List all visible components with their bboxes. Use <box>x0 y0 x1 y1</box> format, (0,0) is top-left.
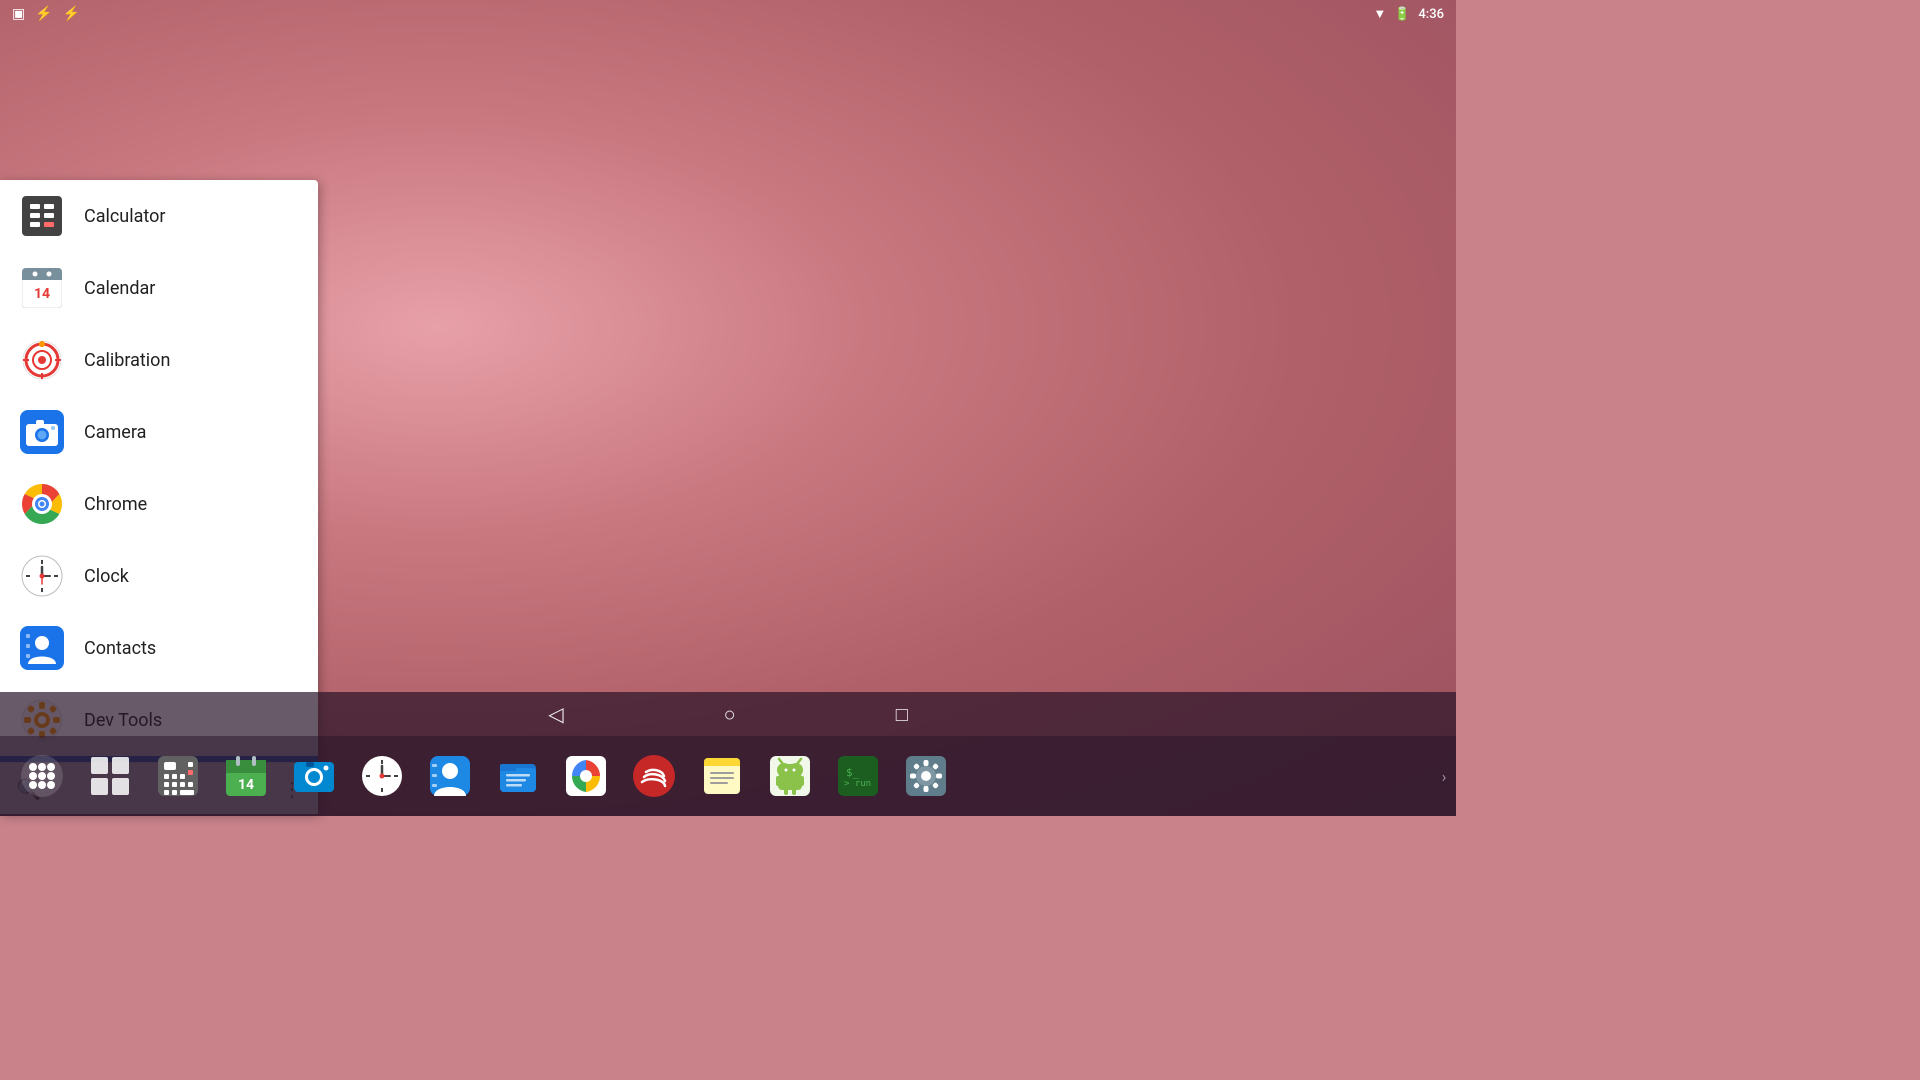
app-item-calculator[interactable]: Calculator <box>0 180 318 252</box>
calibration-icon <box>20 338 64 382</box>
svg-text:$_: $_ <box>846 766 860 779</box>
calendar-icon: 14 <box>20 266 64 310</box>
taskbar-files[interactable] <box>486 744 550 808</box>
svg-text:14: 14 <box>34 286 50 302</box>
app-list: Calculator 14 Calendar <box>0 180 318 756</box>
wifi-icon: ▼ <box>1373 6 1386 22</box>
recents-button[interactable]: □ <box>896 702 908 727</box>
contacts-label: Contacts <box>84 638 156 659</box>
clock-label: Clock <box>84 566 129 587</box>
chrome-icon <box>20 482 64 526</box>
taskbar-expand-arrow[interactable]: › <box>1432 736 1456 816</box>
taskbar-allapps[interactable] <box>10 744 74 808</box>
app-item-chrome[interactable]: Chrome <box>0 468 318 540</box>
taskbar-settings[interactable] <box>894 744 958 808</box>
taskbar-calculator[interactable] <box>146 744 210 808</box>
taskbar-notepad[interactable] <box>690 744 754 808</box>
calculator-label: Calculator <box>84 206 165 227</box>
back-button[interactable]: ◁ <box>548 702 563 726</box>
app-item-calibration[interactable]: Calibration <box>0 324 318 396</box>
screen-icon: ▣ <box>12 6 25 22</box>
calibration-label: Calibration <box>84 350 170 371</box>
nav-bar: ◁ ○ □ <box>0 692 1456 736</box>
taskbar-photos[interactable] <box>554 744 618 808</box>
taskbar-dashboard[interactable] <box>78 744 142 808</box>
status-bar-right: ▼ 🔋 4:36 <box>1373 6 1444 22</box>
chrome-label: Chrome <box>84 494 147 515</box>
status-bar-left: ▣ ⚡ ⚡ <box>12 6 80 22</box>
taskbar-android[interactable] <box>758 744 822 808</box>
usb2-icon: ⚡ <box>63 6 80 22</box>
svg-text:> run: > run <box>844 779 871 789</box>
app-item-contacts[interactable]: Contacts <box>0 612 318 684</box>
calendar-label: Calendar <box>84 278 155 299</box>
app-item-calendar[interactable]: 14 Calendar <box>0 252 318 324</box>
svg-text:14: 14 <box>238 777 254 793</box>
taskbar: 14 <box>0 736 1456 816</box>
camera-label: Camera <box>84 422 146 443</box>
status-bar: ▣ ⚡ ⚡ ▼ 🔋 4:36 <box>0 0 1456 28</box>
taskbar-clock[interactable] <box>350 744 414 808</box>
calculator-icon <box>20 194 64 238</box>
taskbar-screenshot[interactable] <box>282 744 346 808</box>
app-item-camera[interactable]: Camera <box>0 396 318 468</box>
home-button[interactable]: ○ <box>724 702 736 727</box>
taskbar-music[interactable] <box>622 744 686 808</box>
taskbar-calendar[interactable]: 14 <box>214 744 278 808</box>
usb1-icon: ⚡ <box>35 6 52 22</box>
contacts-icon <box>20 626 64 670</box>
taskbar-terminal[interactable]: $_ > run <box>826 744 890 808</box>
clock-icon <box>20 554 64 598</box>
battery-icon: 🔋 <box>1394 7 1410 22</box>
taskbar-contacts[interactable] <box>418 744 482 808</box>
time-display: 4:36 <box>1418 7 1444 22</box>
camera-icon <box>20 410 64 454</box>
app-item-clock[interactable]: Clock <box>0 540 318 612</box>
